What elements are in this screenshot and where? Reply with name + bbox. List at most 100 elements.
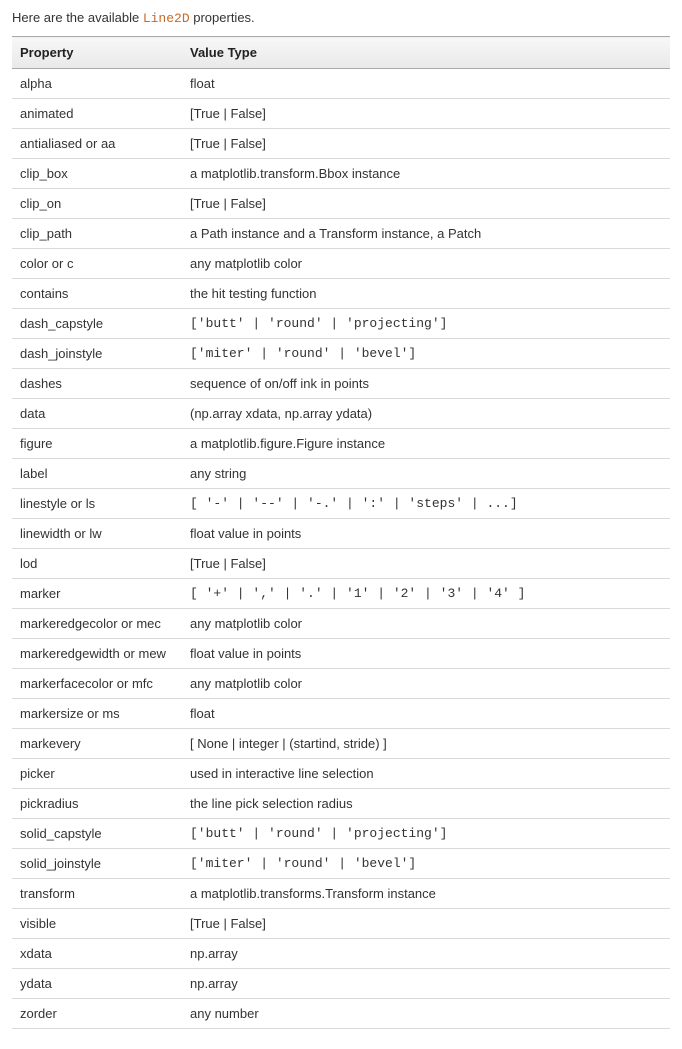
intro-prefix: Here are the available	[12, 10, 143, 25]
table-row: pickradiusthe line pick selection radius	[12, 789, 670, 819]
table-row: animated[True | False]	[12, 99, 670, 129]
table-row: xdatanp.array	[12, 939, 670, 969]
property-cell: solid_capstyle	[12, 819, 182, 849]
properties-table: Property Value Type alphafloatanimated[T…	[12, 36, 670, 1029]
value-type-cell: a matplotlib.figure.Figure instance	[182, 429, 670, 459]
value-type-cell: [True | False]	[182, 909, 670, 939]
table-row: dashessequence of on/off ink in points	[12, 369, 670, 399]
property-cell: data	[12, 399, 182, 429]
value-type-cell: ['butt' | 'round' | 'projecting']	[182, 309, 670, 339]
value-type-cell: the hit testing function	[182, 279, 670, 309]
table-row: pickerused in interactive line selection	[12, 759, 670, 789]
value-type-cell: any matplotlib color	[182, 669, 670, 699]
table-row: markersize or msfloat	[12, 699, 670, 729]
value-type-cell: ['miter' | 'round' | 'bevel']	[182, 339, 670, 369]
property-cell: alpha	[12, 69, 182, 99]
table-row: transforma matplotlib.transforms.Transfo…	[12, 879, 670, 909]
property-cell: pickradius	[12, 789, 182, 819]
property-cell: linewidth or lw	[12, 519, 182, 549]
value-type-cell: the line pick selection radius	[182, 789, 670, 819]
table-row: ydatanp.array	[12, 969, 670, 999]
property-cell: dash_joinstyle	[12, 339, 182, 369]
table-row: data(np.array xdata, np.array ydata)	[12, 399, 670, 429]
property-cell: visible	[12, 909, 182, 939]
table-row: markevery[ None | integer | (startind, s…	[12, 729, 670, 759]
table-row: containsthe hit testing function	[12, 279, 670, 309]
table-row: markeredgecolor or mecany matplotlib col…	[12, 609, 670, 639]
property-cell: xdata	[12, 939, 182, 969]
value-type-cell: a Path instance and a Transform instance…	[182, 219, 670, 249]
intro-class-name: Line2D	[143, 11, 190, 26]
property-cell: markeredgecolor or mec	[12, 609, 182, 639]
property-cell: markeredgewidth or mew	[12, 639, 182, 669]
table-row: antialiased or aa[True | False]	[12, 129, 670, 159]
header-value-type: Value Type	[182, 37, 670, 69]
table-row: labelany string	[12, 459, 670, 489]
value-type-cell: sequence of on/off ink in points	[182, 369, 670, 399]
value-type-cell: [True | False]	[182, 129, 670, 159]
value-type-cell: ['miter' | 'round' | 'bevel']	[182, 849, 670, 879]
property-cell: clip_box	[12, 159, 182, 189]
table-row: color or cany matplotlib color	[12, 249, 670, 279]
property-cell: figure	[12, 429, 182, 459]
table-row: clip_patha Path instance and a Transform…	[12, 219, 670, 249]
property-cell: marker	[12, 579, 182, 609]
value-type-cell: float value in points	[182, 639, 670, 669]
table-row: clip_boxa matplotlib.transform.Bbox inst…	[12, 159, 670, 189]
table-row: solid_joinstyle['miter' | 'round' | 'bev…	[12, 849, 670, 879]
table-row: dash_joinstyle['miter' | 'round' | 'beve…	[12, 339, 670, 369]
table-row: lod[True | False]	[12, 549, 670, 579]
property-cell: dashes	[12, 369, 182, 399]
header-row: Property Value Type	[12, 37, 670, 69]
table-row: dash_capstyle['butt' | 'round' | 'projec…	[12, 309, 670, 339]
property-cell: dash_capstyle	[12, 309, 182, 339]
table-row: alphafloat	[12, 69, 670, 99]
value-type-cell: any string	[182, 459, 670, 489]
property-cell: markevery	[12, 729, 182, 759]
table-row: visible[True | False]	[12, 909, 670, 939]
intro-suffix: properties.	[190, 10, 255, 25]
intro-text: Here are the available Line2D properties…	[12, 10, 670, 26]
property-cell: linestyle or ls	[12, 489, 182, 519]
property-cell: clip_on	[12, 189, 182, 219]
property-cell: label	[12, 459, 182, 489]
table-row: figurea matplotlib.figure.Figure instanc…	[12, 429, 670, 459]
value-type-cell: used in interactive line selection	[182, 759, 670, 789]
property-cell: antialiased or aa	[12, 129, 182, 159]
table-row: markerfacecolor or mfcany matplotlib col…	[12, 669, 670, 699]
value-type-cell: any number	[182, 999, 670, 1029]
value-type-cell: np.array	[182, 969, 670, 999]
property-cell: ydata	[12, 969, 182, 999]
value-type-cell: a matplotlib.transforms.Transform instan…	[182, 879, 670, 909]
table-row: markeredgewidth or mewfloat value in poi…	[12, 639, 670, 669]
value-type-cell: np.array	[182, 939, 670, 969]
value-type-cell: (np.array xdata, np.array ydata)	[182, 399, 670, 429]
value-type-cell: [True | False]	[182, 189, 670, 219]
property-cell: solid_joinstyle	[12, 849, 182, 879]
value-type-cell: [ None | integer | (startind, stride) ]	[182, 729, 670, 759]
header-property: Property	[12, 37, 182, 69]
value-type-cell: float	[182, 69, 670, 99]
table-row: linestyle or ls[ '-' | '--' | '-.' | ':'…	[12, 489, 670, 519]
table-row: linewidth or lwfloat value in points	[12, 519, 670, 549]
property-cell: transform	[12, 879, 182, 909]
property-cell: markersize or ms	[12, 699, 182, 729]
property-cell: markerfacecolor or mfc	[12, 669, 182, 699]
property-cell: picker	[12, 759, 182, 789]
value-type-cell: any matplotlib color	[182, 609, 670, 639]
value-type-cell: [ '-' | '--' | '-.' | ':' | 'steps' | ..…	[182, 489, 670, 519]
property-cell: contains	[12, 279, 182, 309]
property-cell: zorder	[12, 999, 182, 1029]
value-type-cell: [ '+' | ',' | '.' | '1' | '2' | '3' | '4…	[182, 579, 670, 609]
table-row: clip_on[True | False]	[12, 189, 670, 219]
value-type-cell: float	[182, 699, 670, 729]
property-cell: color or c	[12, 249, 182, 279]
value-type-cell: any matplotlib color	[182, 249, 670, 279]
table-row: marker[ '+' | ',' | '.' | '1' | '2' | '3…	[12, 579, 670, 609]
value-type-cell: ['butt' | 'round' | 'projecting']	[182, 819, 670, 849]
property-cell: clip_path	[12, 219, 182, 249]
value-type-cell: [True | False]	[182, 549, 670, 579]
table-row: solid_capstyle['butt' | 'round' | 'proje…	[12, 819, 670, 849]
property-cell: lod	[12, 549, 182, 579]
value-type-cell: a matplotlib.transform.Bbox instance	[182, 159, 670, 189]
